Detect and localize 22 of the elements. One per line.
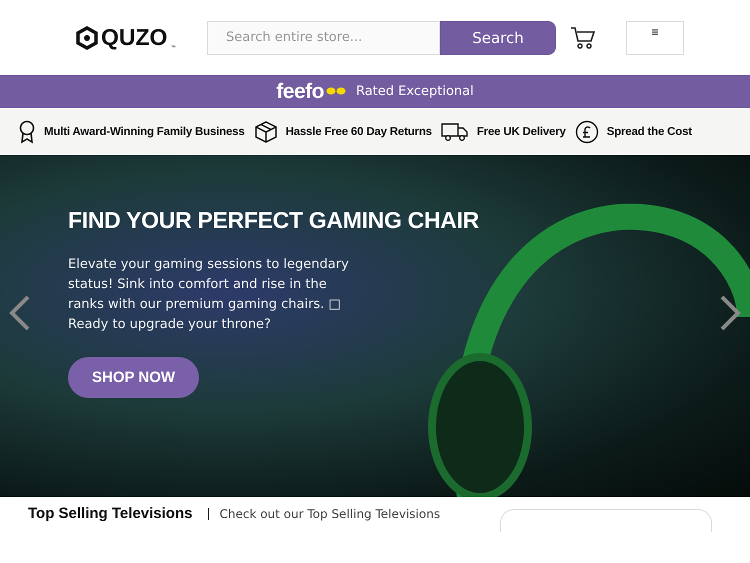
usp-text: Spread the Cost: [606, 126, 692, 138]
logo-icon: [76, 26, 98, 50]
pound-icon: [574, 120, 599, 144]
truck-icon: [440, 122, 469, 142]
hero-text: Elevate your gaming sessions to legendary status! Sink into comfort and rise in the ranks with our premium gaming chairs. □ Ready to upgrade your throne?: [68, 256, 350, 334]
award-icon: [18, 120, 36, 144]
rating-text: Rated Exceptional: [356, 84, 474, 99]
eyes-icon: [326, 86, 346, 96]
logo-text[interactable]: QUZO: [101, 24, 168, 51]
usp-text: Free UK Delivery: [476, 126, 566, 138]
search-field[interactable]: Search entire store...: [207, 20, 440, 54]
section-subtitle: Check out our Top Selling Televisions: [219, 506, 440, 520]
search-button[interactable]: Search: [440, 20, 556, 54]
cart-icon[interactable]: [570, 26, 596, 50]
usp-text: Multi Award-Winning Family Business: [44, 126, 245, 138]
hero-title: FIND YOUR PERFECT GAMING CHAIR: [68, 206, 479, 235]
section-title: Top Selling Televisions: [28, 505, 192, 522]
usp-text: Hassle Free 60 Day Returns: [286, 126, 432, 138]
shop-now-button[interactable]: SHOP NOW: [68, 357, 200, 398]
feefo-logo: feefo: [276, 80, 324, 104]
menu-button[interactable]: ≡: [626, 20, 684, 54]
box-icon: [254, 120, 278, 144]
